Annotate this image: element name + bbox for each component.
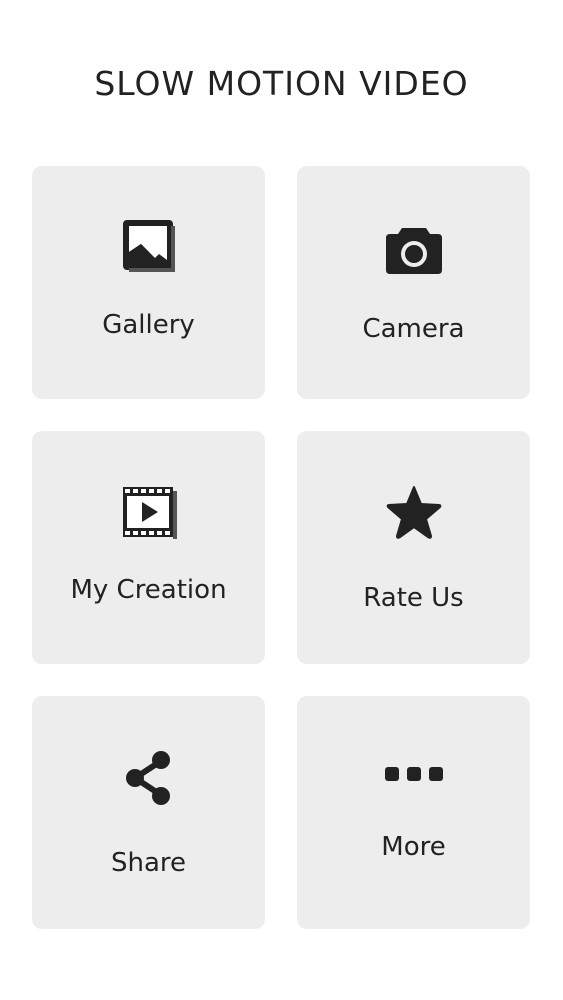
rate-us-button[interactable]: Rate Us (297, 431, 530, 664)
more-label: More (381, 832, 446, 862)
gallery-label: Gallery (102, 310, 195, 340)
camera-label: Camera (362, 314, 465, 344)
share-label: Share (110, 848, 187, 878)
star-icon (297, 484, 530, 540)
my-creation-button[interactable]: My Creation (32, 431, 265, 664)
share-icon (32, 749, 265, 807)
rate-us-label: Rate Us (363, 583, 464, 613)
more-dots-icon (297, 766, 530, 782)
film-play-icon (32, 485, 265, 539)
camera-icon (297, 224, 530, 276)
app-title: SLOW MOTION VIDEO (94, 64, 469, 103)
camera-button[interactable]: Camera (297, 166, 530, 399)
gallery-button[interactable]: Gallery (32, 166, 265, 399)
my-creation-label: My Creation (70, 575, 227, 605)
share-button[interactable]: Share (32, 696, 265, 929)
more-button[interactable]: More (297, 696, 530, 929)
image-icon (32, 218, 265, 274)
